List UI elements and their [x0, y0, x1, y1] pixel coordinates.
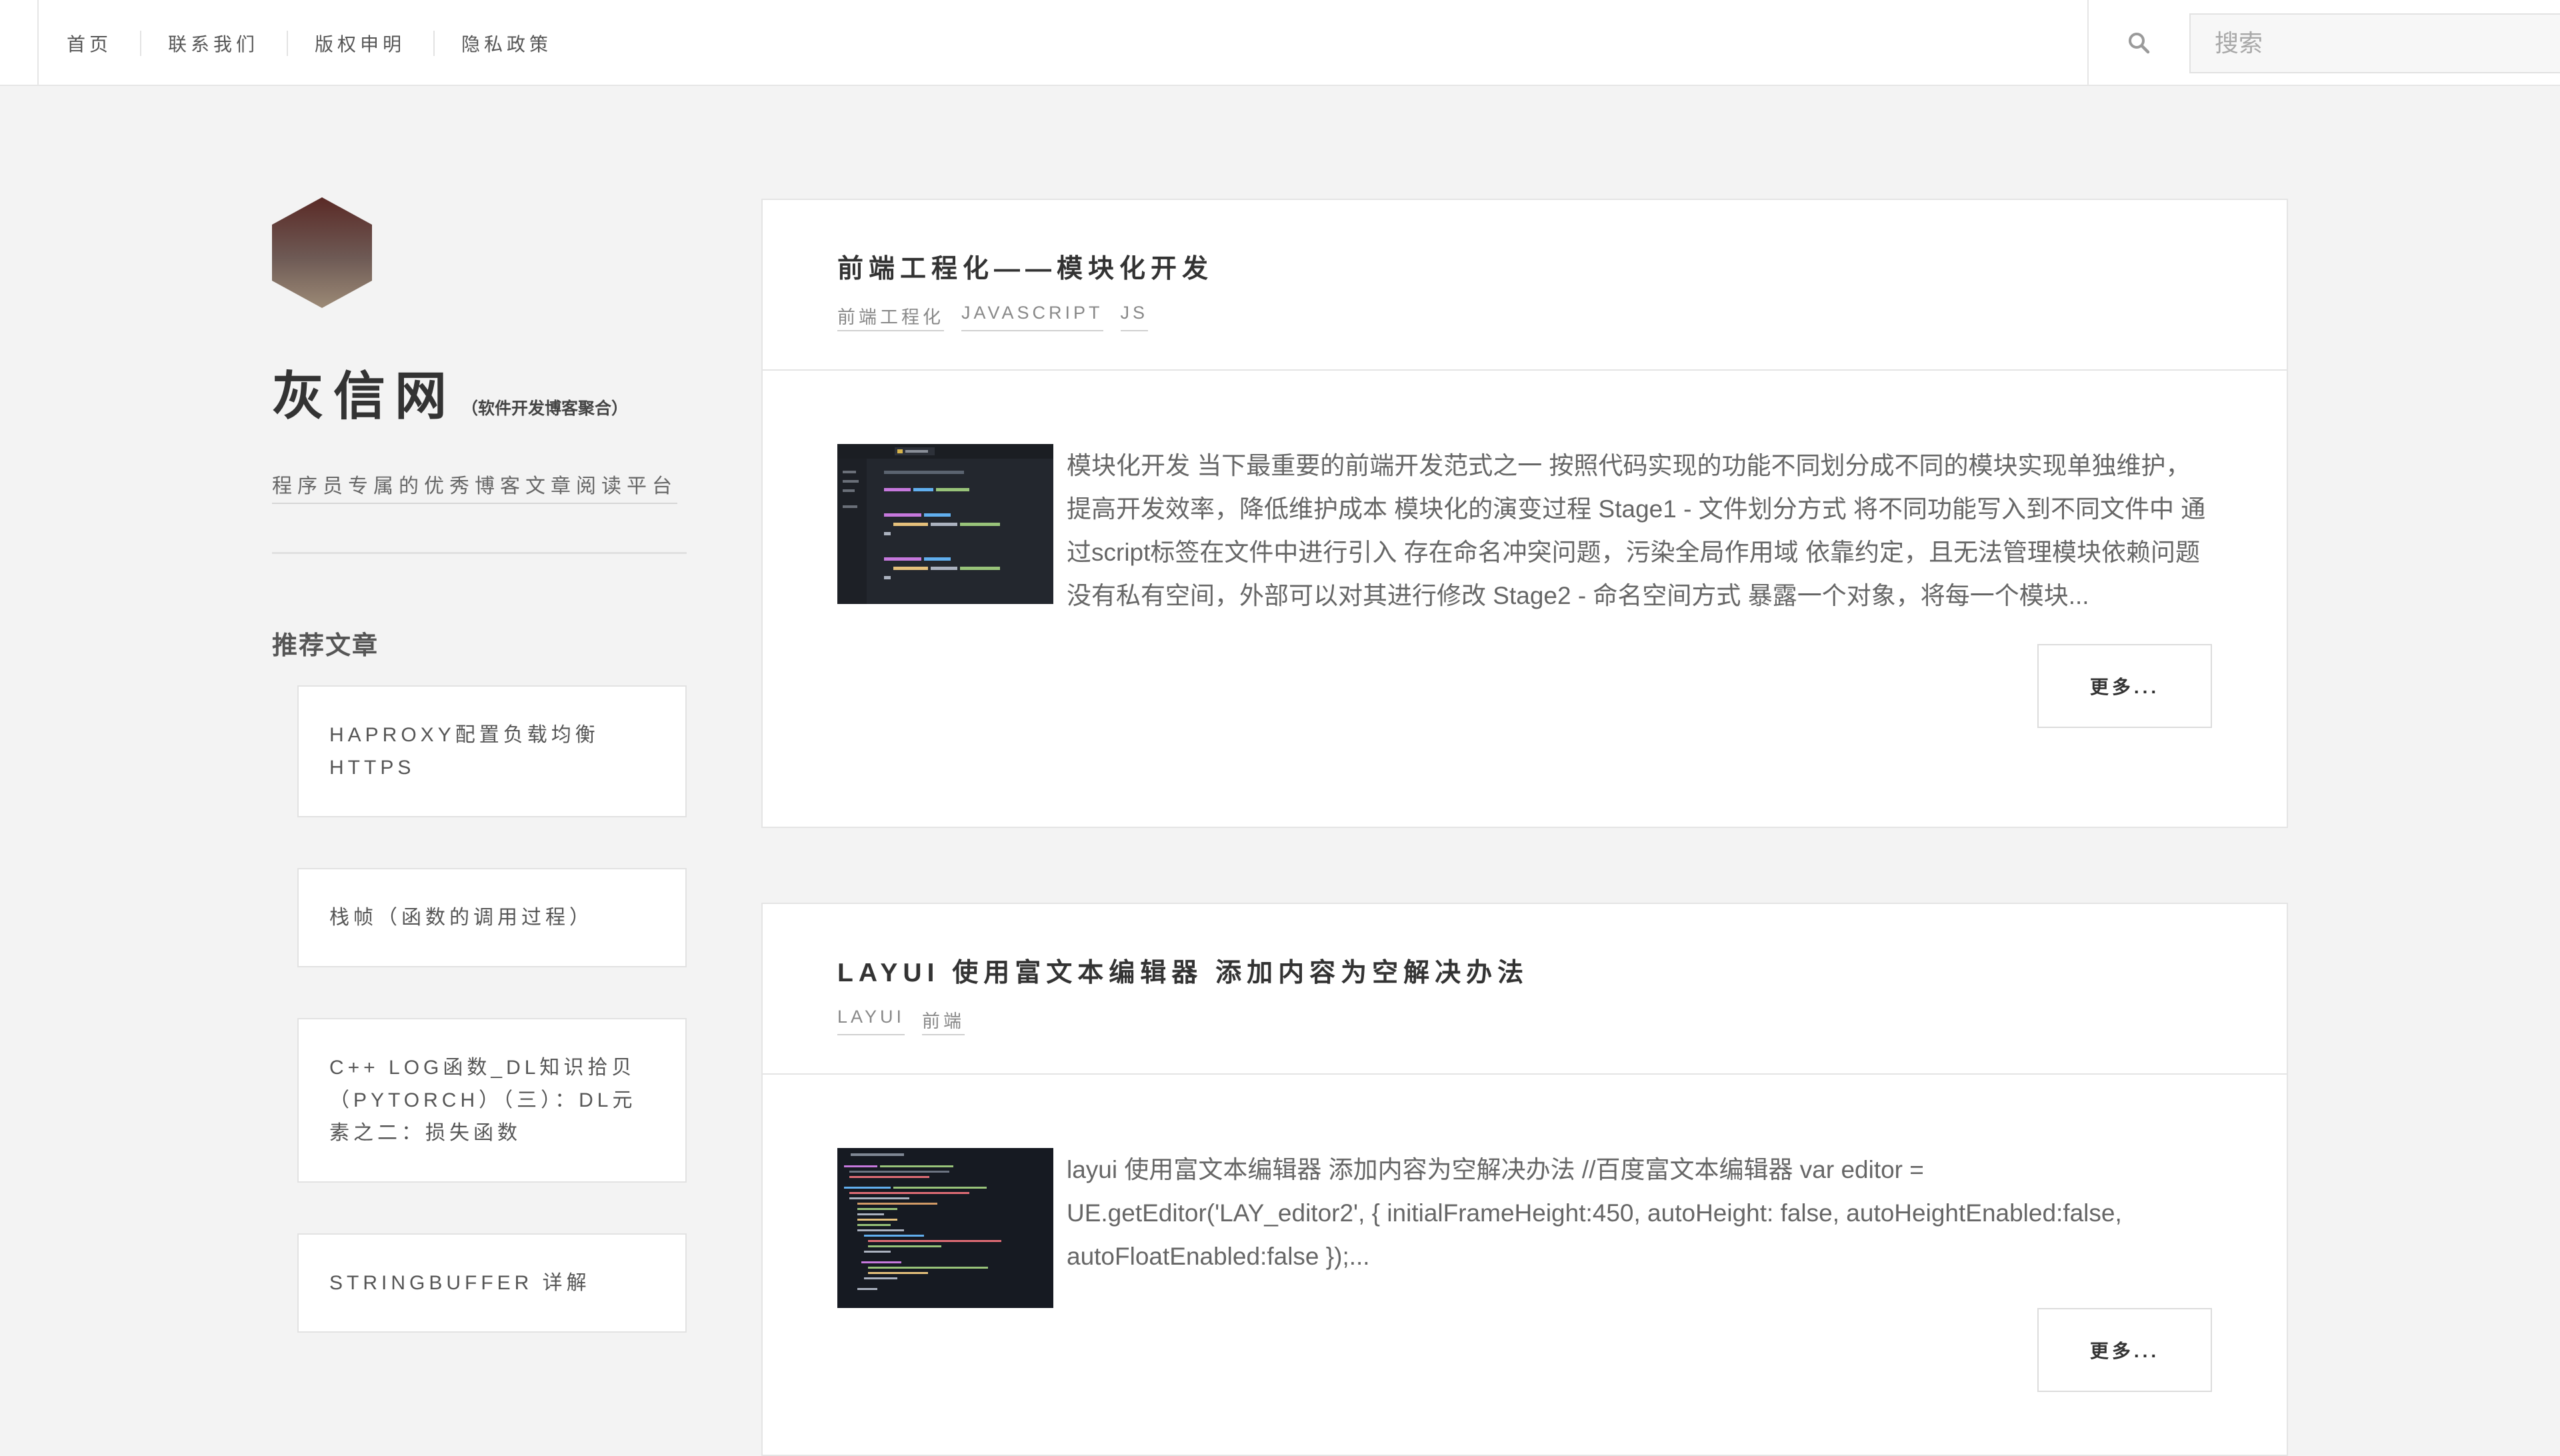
- nav-item-contact[interactable]: 联系我们: [140, 30, 287, 57]
- main-nav: 首页 联系我们 版权申明 隐私政策: [39, 0, 580, 86]
- sidebar-divider: [272, 552, 687, 554]
- post-title[interactable]: LAYUI 使用富文本编辑器 添加内容为空解决办法: [837, 952, 2212, 989]
- recommended-list: HAPROXY配置负载均衡HTTPS 栈帧（函数的调用过程） C++ LOG函数…: [297, 685, 687, 1333]
- nav-item-privacy[interactable]: 隐私政策: [433, 30, 580, 57]
- post-tags: LAYUI 前端: [837, 1007, 2212, 1035]
- recommended-heading: 推荐文章: [272, 632, 379, 660]
- post-header: 前端工程化——模块化开发 前端工程化 JAVASCRIPT JS: [763, 200, 2287, 371]
- post-title[interactable]: 前端工程化——模块化开发: [837, 248, 2212, 285]
- post-tag[interactable]: 前端: [922, 1007, 965, 1035]
- site-title-row: 灰信网 （软件开发博客聚合）: [272, 355, 687, 429]
- nav-item-home[interactable]: 首页: [39, 30, 140, 57]
- post-card: 前端工程化——模块化开发 前端工程化 JAVASCRIPT JS 模块化开发 当…: [761, 199, 2288, 828]
- post-excerpt: 模块化开发 当下最重要的前端开发范式之一 按照代码实现的功能不同划分成不同的模块…: [1067, 452, 2206, 609]
- post-thumbnail[interactable]: [837, 444, 1053, 604]
- sidebar: 灰信网 （软件开发博客聚合） 程序员专属的优秀博客文章阅读平台 推荐文章 HAP…: [272, 197, 687, 1383]
- nav-item-copyright[interactable]: 版权申明: [287, 30, 433, 57]
- site-subtitle: （软件开发博客聚合）: [461, 399, 629, 418]
- post-tag[interactable]: JS: [1120, 303, 1149, 331]
- search-divider: [2087, 0, 2089, 86]
- post-excerpt: layui 使用富文本编辑器 添加内容为空解决办法 //百度富文本编辑器 var…: [1067, 1156, 2122, 1270]
- post-header: LAYUI 使用富文本编辑器 添加内容为空解决办法 LAYUI 前端: [763, 904, 2287, 1075]
- search-input[interactable]: [2189, 13, 2560, 73]
- post-tag[interactable]: LAYUI: [837, 1007, 905, 1035]
- post-body: 模块化开发 当下最重要的前端开发范式之一 按照代码实现的功能不同划分成不同的模块…: [763, 371, 2287, 728]
- top-navigation-bar: 首页 联系我们 版权申明 隐私政策: [0, 0, 2560, 86]
- post-tag[interactable]: 前端工程化: [837, 303, 944, 331]
- read-more-button[interactable]: 更多...: [2037, 1308, 2212, 1392]
- recommended-item[interactable]: 栈帧（函数的调用过程）: [297, 868, 687, 967]
- search-icon[interactable]: [2127, 31, 2151, 55]
- post-thumbnail[interactable]: [837, 1148, 1053, 1308]
- site-title[interactable]: 灰信网: [272, 355, 456, 429]
- recommended-item[interactable]: HAPROXY配置负载均衡HTTPS: [297, 685, 687, 817]
- post-card: LAYUI 使用富文本编辑器 添加内容为空解决办法 LAYUI 前端 layui…: [761, 903, 2288, 1456]
- post-body: layui 使用富文本编辑器 添加内容为空解决办法 //百度富文本编辑器 var…: [763, 1075, 2287, 1392]
- post-tag[interactable]: JAVASCRIPT: [961, 303, 1103, 331]
- read-more-button[interactable]: 更多...: [2037, 644, 2212, 728]
- site-tagline: 程序员专属的优秀博客文章阅读平台: [272, 469, 677, 504]
- recommended-item[interactable]: STRINGBUFFER 详解: [297, 1233, 687, 1333]
- site-logo[interactable]: [272, 197, 372, 308]
- recommended-item[interactable]: C++ LOG函数_DL知识拾贝（PYTORCH）（三）：DL元素之二：损失函数: [297, 1018, 687, 1183]
- post-tags: 前端工程化 JAVASCRIPT JS: [837, 303, 2212, 331]
